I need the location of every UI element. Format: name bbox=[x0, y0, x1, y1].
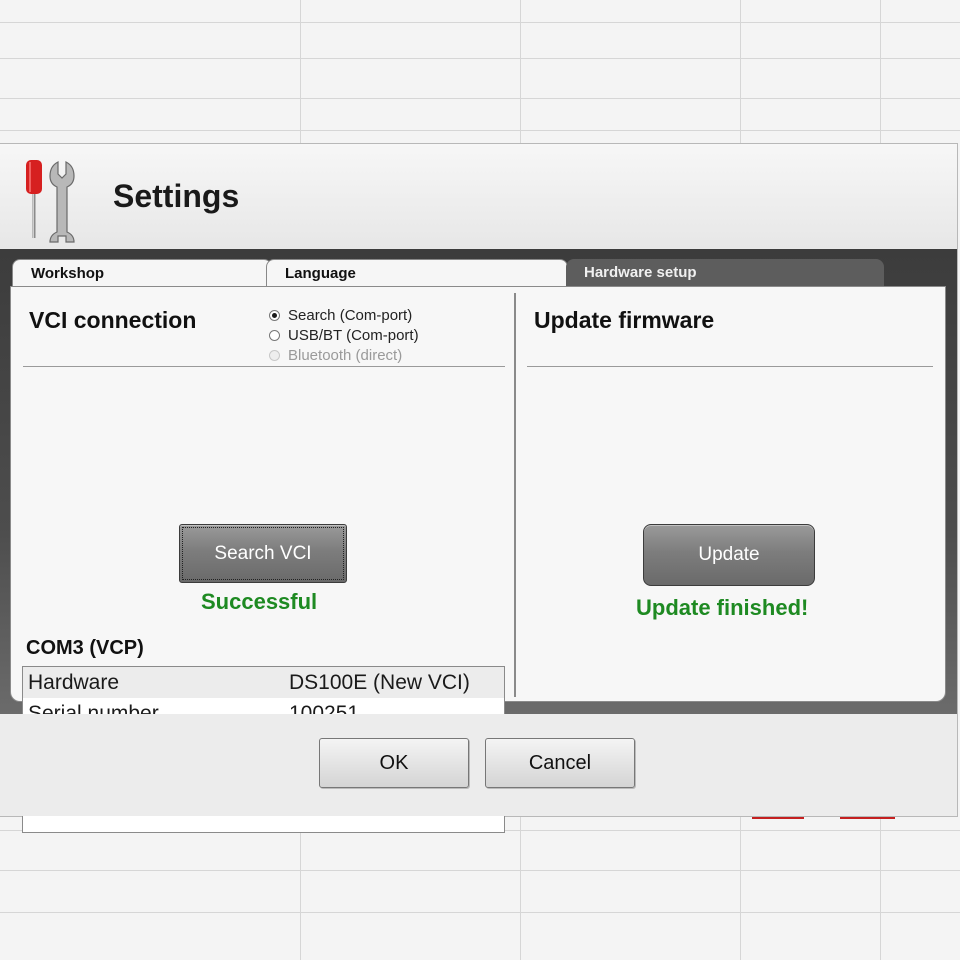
port-title: COM3 (VCP) bbox=[26, 637, 144, 659]
radio-usb-bt-com-port[interactable]: USB/BT (Com-port) bbox=[269, 325, 419, 345]
radio-search-com-port[interactable]: Search (Com-port) bbox=[269, 305, 419, 325]
search-vci-button[interactable]: Search VCI bbox=[179, 524, 347, 583]
update-firmware-button[interactable]: Update bbox=[643, 524, 815, 586]
radio-label: Search (Com-port) bbox=[288, 306, 413, 324]
update-firmware-title: Update firmware bbox=[534, 307, 715, 333]
vci-connection-options: Search (Com-port) USB/BT (Com-port) Blue… bbox=[269, 305, 419, 365]
dialog-footer: OK Cancel bbox=[0, 714, 957, 816]
screwdriver-wrench-icon bbox=[26, 160, 75, 243]
vci-connection-title: VCI connection bbox=[29, 307, 197, 333]
left-section-divider bbox=[23, 366, 505, 367]
ok-button[interactable]: OK bbox=[319, 738, 469, 788]
cancel-button[interactable]: Cancel bbox=[485, 738, 635, 788]
panel-divider bbox=[514, 293, 516, 697]
info-key: Hardware bbox=[28, 671, 120, 694]
title-bar: Settings bbox=[0, 144, 957, 248]
dialog-title: Settings bbox=[113, 178, 240, 214]
tab-language[interactable]: Language bbox=[266, 259, 568, 288]
hardware-setup-panel: VCI connection Search (Com-port) USB/BT … bbox=[10, 286, 946, 833]
right-section-divider bbox=[527, 366, 933, 367]
vci-status-text: Successful bbox=[201, 589, 318, 614]
radio-label: Bluetooth (direct) bbox=[288, 346, 403, 364]
info-value: DS100E (New VCI) bbox=[289, 671, 470, 694]
radio-label: USB/BT (Com-port) bbox=[288, 326, 419, 344]
tab-hardware-setup[interactable]: Hardware setup bbox=[566, 259, 884, 287]
radio-unselected-icon bbox=[269, 329, 280, 341]
settings-dialog: Settings Workshop Language Hardware setu… bbox=[0, 143, 958, 833]
radio-disabled-icon bbox=[269, 349, 280, 361]
firmware-status-text: Update finished! bbox=[636, 595, 809, 620]
radio-bluetooth-direct: Bluetooth (direct) bbox=[269, 345, 419, 365]
table-row: Hardware DS100E (New VCI) bbox=[23, 667, 504, 698]
tab-workshop[interactable]: Workshop bbox=[12, 259, 272, 288]
radio-selected-icon bbox=[269, 309, 280, 321]
